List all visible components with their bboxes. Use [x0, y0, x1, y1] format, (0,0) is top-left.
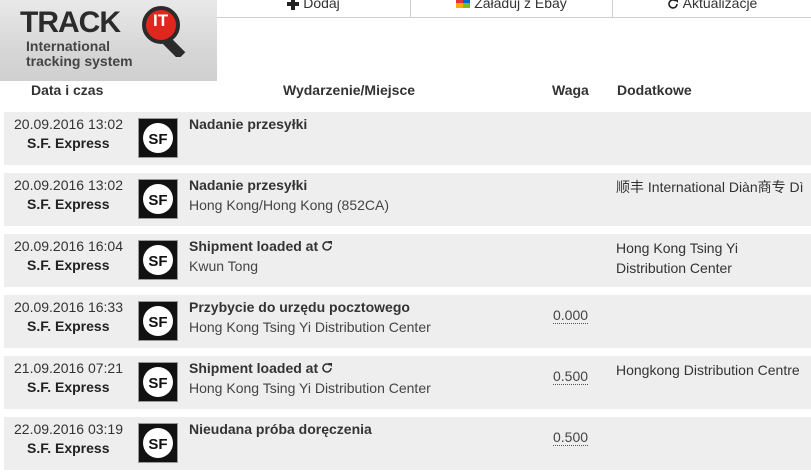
event-title: Nieudana próba doręczenia [189, 421, 372, 437]
ebay-icon [456, 0, 471, 8]
carrier-name: S.F. Express [27, 196, 110, 212]
event-weight[interactable]: 0.500 [553, 369, 589, 385]
event-weight[interactable]: 0.500 [553, 430, 589, 446]
event-datetime: 20.09.2016 16:33 [14, 299, 123, 315]
updates-button[interactable]: Aktualizacje [612, 0, 811, 18]
sf-express-logo-icon: SF [138, 118, 178, 158]
header-extra: Dodatkowe [617, 82, 692, 98]
sf-express-logo-icon: SF [138, 362, 178, 402]
add-button[interactable]: Dodaj [217, 0, 411, 18]
table-row[interactable]: 22.09.2016 03:19 S.F. Express SF Nieudana p… [4, 417, 811, 470]
event-title-text: Nadanie przesyłki [189, 177, 308, 193]
logo-subtitle-line2: tracking system [26, 53, 133, 69]
toolbar: Dodaj Załaduj z Ebay Aktualizacje [217, 0, 811, 19]
event-datetime: 20.09.2016 16:04 [14, 238, 123, 254]
event-title-text: Shipment loaded at [189, 360, 319, 376]
event-datetime: 21.09.2016 07:21 [14, 360, 123, 376]
event-title: Nadanie przesyłki [189, 177, 307, 193]
event-datetime: 22.09.2016 03:19 [14, 421, 123, 437]
event-title: Shipment loaded at [189, 238, 333, 254]
event-title-text: Shipment loaded at [189, 238, 319, 254]
table-row[interactable]: 20.09.2016 13:02 S.F. Express SF Nadanie pr… [4, 173, 811, 226]
carrier-name: S.F. Express [27, 135, 110, 151]
sf-express-logo-icon: SF [138, 301, 178, 341]
table-row[interactable]: 20.09.2016 16:33 S.F. Express SF Przybycie … [4, 295, 811, 348]
logo-it-text: IT [153, 11, 169, 30]
sf-express-logo-icon: SF [138, 240, 178, 280]
event-extra-info: Hongkong Distribution Centre [616, 362, 800, 378]
load-ebay-button[interactable]: Załaduj z Ebay [410, 0, 613, 18]
updates-button-label: Aktualizacje [682, 0, 758, 11]
svg-text:SF: SF [148, 314, 167, 331]
table-row[interactable]: 20.09.2016 13:02 S.F. Express SF Nadanie pr… [4, 112, 811, 165]
refresh-icon [667, 0, 679, 10]
carrier-name: S.F. Express [27, 379, 110, 395]
event-datetime: 20.09.2016 13:02 [14, 116, 123, 132]
event-title-text: Nieudana próba doręczenia [189, 421, 372, 437]
event-title: Nadanie przesyłki [189, 116, 307, 132]
table-row[interactable]: 20.09.2016 16:04 S.F. Express SF Shipment l… [4, 234, 811, 287]
translate-refresh-icon[interactable] [321, 361, 333, 373]
table-row[interactable]: 21.09.2016 07:21 S.F. Express SF Shipment l… [4, 356, 811, 409]
carrier-name: S.F. Express [27, 257, 110, 273]
sf-express-logo-icon: SF [138, 179, 178, 219]
svg-text:SF: SF [148, 253, 167, 270]
plus-icon [287, 0, 300, 10]
event-extra-info: 顺丰 International Diàn商专 Dì [616, 179, 804, 195]
event-title-text: Nadanie przesyłki [189, 116, 308, 132]
event-place: Kwun Tong [189, 258, 259, 274]
add-button-label: Dodaj [303, 0, 340, 11]
logo-track-text: TRACK [20, 6, 121, 39]
svg-text:SF: SF [148, 131, 167, 148]
carrier-name: S.F. Express [27, 440, 110, 456]
header-weight: Waga [552, 82, 589, 98]
event-weight[interactable]: 0.000 [553, 308, 589, 324]
event-title-text: Przybycie do urzędu pocztowego [189, 299, 410, 315]
header-event: Wydarzenie/Miejsce [283, 82, 416, 98]
svg-text:SF: SF [148, 375, 167, 392]
load-ebay-label: Załaduj z Ebay [474, 0, 567, 11]
translate-refresh-icon[interactable] [321, 239, 333, 251]
trackit-logo: TRACK IT International tracking system [0, 0, 217, 81]
sf-express-logo-icon: SF [138, 423, 178, 463]
event-extra-info: Hong Kong Tsing Yi Distribution Center [616, 240, 738, 276]
event-place: Hong Kong/Hong Kong (852CA) [189, 197, 390, 213]
table-header: Data i czas Wydarzenie/Miejsce Waga Doda… [0, 81, 811, 105]
svg-text:SF: SF [148, 192, 167, 209]
carrier-name: S.F. Express [27, 318, 110, 334]
svg-text:SF: SF [148, 436, 167, 453]
event-title: Przybycie do urzędu pocztowego [189, 299, 410, 315]
event-place: Hong Kong Tsing Yi Distribution Center [189, 380, 431, 396]
event-place: Hong Kong Tsing Yi Distribution Center [189, 319, 431, 335]
logo-subtitle-line1: International [26, 38, 111, 54]
header-datetime: Data i czas [31, 82, 104, 98]
event-datetime: 20.09.2016 13:02 [14, 177, 123, 193]
event-title: Shipment loaded at [189, 360, 333, 376]
